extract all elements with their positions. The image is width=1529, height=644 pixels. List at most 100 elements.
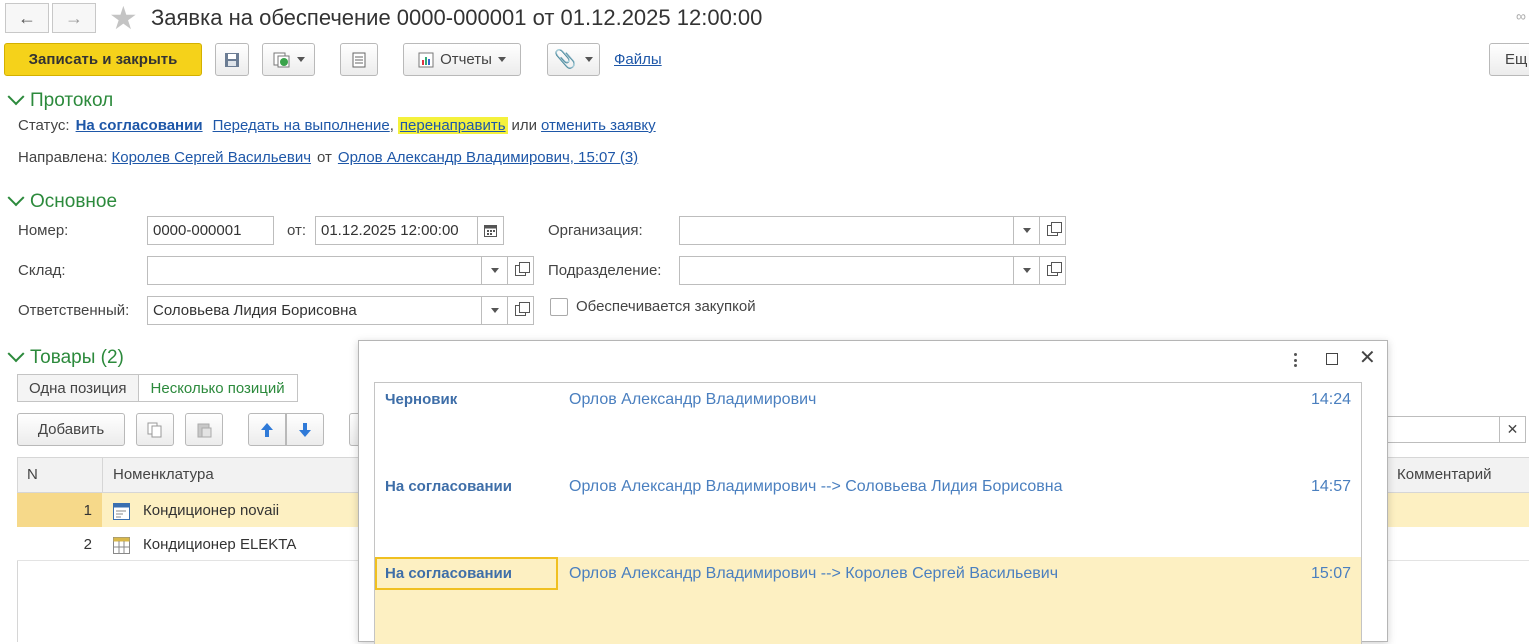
history-row-selected[interactable]: На согласовании Орлов Александр Владимир…: [375, 557, 1361, 644]
arrow-left-icon: ←: [18, 7, 36, 28]
history-who: Орлов Александр Владимирович --> Соловье…: [569, 478, 1063, 495]
warehouse-label: Склад:: [18, 262, 66, 279]
goods-section-header[interactable]: Товары (2): [7, 345, 124, 369]
chevron-down-icon: [584, 57, 593, 62]
goods-title: Товары (2): [30, 347, 124, 368]
purchase-label: Обеспечивается закупкой: [576, 298, 756, 315]
history-time: 15:07: [1310, 565, 1351, 582]
from-text: от: [317, 149, 332, 166]
paperclip-icon: 📎: [554, 49, 577, 69]
comma-text: ,: [389, 117, 394, 134]
number-field[interactable]: 0000-000001: [147, 216, 274, 245]
protocol-section-header[interactable]: Протокол: [7, 88, 114, 112]
chevron-down-icon: [490, 308, 499, 313]
save-button[interactable]: [215, 43, 249, 76]
item-card-icon: [113, 503, 130, 520]
history-who: Орлов Александр Владимирович: [569, 391, 817, 408]
status-value-link[interactable]: На согласовании: [76, 117, 203, 134]
responsible-open-button[interactable]: [508, 296, 534, 325]
redirect-link[interactable]: перенаправить: [397, 117, 508, 134]
chevron-down-icon: [1022, 228, 1031, 233]
move-down-button[interactable]: [286, 413, 324, 446]
back-button[interactable]: ←: [5, 3, 49, 33]
responsible-label: Ответственный:: [18, 302, 130, 319]
copy-button[interactable]: [136, 413, 174, 446]
report-icon: [418, 52, 434, 67]
col-comment-header[interactable]: Комментарий: [1397, 466, 1491, 483]
history-time: 14:57: [1310, 478, 1351, 495]
save-close-button[interactable]: Записать и закрыть: [4, 43, 202, 76]
favorite-star-icon[interactable]: ★: [109, 0, 138, 36]
arrow-up-icon: [261, 422, 273, 437]
chevron-down-icon: [7, 189, 25, 207]
tab-multiple-positions[interactable]: Несколько позиций: [138, 375, 297, 401]
chevron-down-icon: [7, 88, 25, 106]
reports-button[interactable]: Отчеты: [403, 43, 521, 76]
search-field[interactable]: [1388, 416, 1500, 443]
protocol-title: Протокол: [30, 90, 114, 111]
sent-label: Направлена:: [18, 149, 108, 166]
history-status: На согласовании: [385, 478, 512, 495]
date-label: от:: [287, 222, 307, 239]
maximize-icon[interactable]: [1326, 353, 1338, 365]
history-row[interactable]: На согласовании Орлов Александр Владимир…: [375, 470, 1361, 557]
dept-dropdown-button[interactable]: [1014, 256, 1040, 285]
transfer-link[interactable]: Передать на выполнение: [213, 117, 390, 134]
close-icon[interactable]: ✕: [1359, 347, 1376, 369]
main-section-header[interactable]: Основное: [7, 189, 118, 213]
reports-label: Отчеты: [440, 51, 492, 68]
documents-green-icon: [273, 52, 289, 67]
chevron-down-icon: [7, 345, 25, 363]
dept-open-button[interactable]: [1040, 256, 1066, 285]
history-row[interactable]: Черновик Орлов Александр Владимирович 14…: [375, 383, 1361, 470]
org-dropdown-button[interactable]: [1014, 216, 1040, 245]
chevron-down-icon: [296, 57, 305, 62]
chevron-down-icon: [490, 268, 499, 273]
open-window-icon: [1047, 222, 1062, 236]
clear-search-button[interactable]: ✕: [1499, 416, 1526, 443]
page-title: Заявка на обеспечение 0000-000001 от 01.…: [151, 5, 763, 30]
arrow-down-icon: [299, 422, 311, 437]
cancel-request-link[interactable]: отменить заявку: [541, 117, 656, 134]
warehouse-open-button[interactable]: [508, 256, 534, 285]
more-menu-icon[interactable]: [1287, 351, 1303, 369]
org-field[interactable]: [679, 216, 1014, 245]
responsible-field[interactable]: Соловьева Лидия Борисовна: [147, 296, 482, 325]
files-link[interactable]: Файлы: [614, 51, 662, 68]
org-open-button[interactable]: [1040, 216, 1066, 245]
main-title: Основное: [30, 191, 118, 212]
col-n-header[interactable]: N: [27, 466, 38, 483]
attachments-button[interactable]: 📎: [547, 43, 600, 76]
close-icon: ✕: [1506, 421, 1519, 437]
calendar-button[interactable]: [478, 216, 504, 245]
list-icon: [352, 52, 366, 67]
move-up-button[interactable]: [248, 413, 286, 446]
history-status: На согласовании: [385, 565, 512, 582]
open-window-icon: [1047, 262, 1062, 276]
sent-from-link[interactable]: Орлов Александр Владимирович, 15:07 (3): [338, 149, 638, 166]
list-button[interactable]: [340, 43, 378, 76]
number-label: Номер:: [18, 222, 69, 239]
paste-button[interactable]: [185, 413, 223, 446]
tab-single-position[interactable]: Одна позиция: [18, 375, 139, 401]
warehouse-dropdown-button[interactable]: [482, 256, 508, 285]
sent-to-link[interactable]: Королев Сергей Васильевич: [112, 149, 312, 166]
status-history-popup: ✕ Черновик Орлов Александр Владимирович …: [358, 340, 1388, 644]
chevron-down-icon: [1022, 268, 1031, 273]
post-menu-button[interactable]: [262, 43, 315, 76]
add-button[interactable]: Добавить: [17, 413, 125, 446]
responsible-dropdown-button[interactable]: [482, 296, 508, 325]
dept-field[interactable]: [679, 256, 1014, 285]
status-label: Статус:: [18, 117, 70, 134]
item-table-icon: [113, 537, 130, 554]
date-field[interactable]: 01.12.2025 12:00:00: [315, 216, 478, 245]
open-window-icon: [515, 302, 530, 316]
open-window-icon: [515, 262, 530, 276]
forward-button[interactable]: →: [52, 3, 96, 33]
link-icon[interactable]: ∞: [1516, 8, 1529, 24]
purchase-checkbox[interactable]: [550, 298, 568, 316]
warehouse-field[interactable]: [147, 256, 482, 285]
col-item-header[interactable]: Номенклатура: [113, 466, 214, 483]
chevron-down-icon: [497, 57, 506, 62]
more-button[interactable]: Ещ: [1489, 43, 1529, 76]
